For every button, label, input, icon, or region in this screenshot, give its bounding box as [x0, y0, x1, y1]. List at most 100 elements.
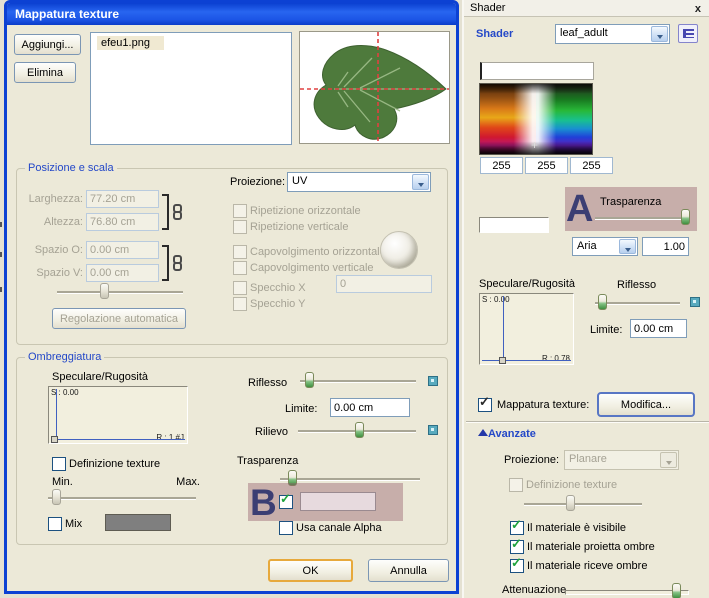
close-icon[interactable]: x: [695, 1, 701, 17]
texture-definition-slider: [524, 495, 642, 511]
slider-track[interactable]: [57, 291, 183, 294]
height-label: Altezza:: [25, 216, 83, 228]
texture-file-list[interactable]: efeu1.png: [90, 32, 292, 145]
slider-track[interactable]: [595, 302, 680, 305]
projection-value: UV: [292, 175, 307, 187]
check-icon: ✓: [280, 492, 291, 506]
slider-thumb[interactable]: [100, 283, 109, 299]
dropdown-button[interactable]: [619, 239, 636, 254]
check-icon: ✓: [511, 518, 522, 532]
mix-checkbox[interactable]: [48, 517, 62, 531]
spacing-u-field: [86, 241, 159, 259]
list-item[interactable]: efeu1.png: [97, 36, 164, 50]
section-divider: [466, 421, 709, 423]
slider-track[interactable]: [595, 217, 690, 220]
slider-track[interactable]: [48, 497, 196, 500]
texture-mapping-checkbox[interactable]: ✓: [478, 398, 492, 412]
texture-definition-checkbox[interactable]: [52, 457, 66, 471]
height-field: [86, 213, 159, 231]
reflection-label: Riflesso: [617, 279, 656, 291]
texture-definition-label: Definizione texture: [526, 479, 617, 491]
slider-track[interactable]: [280, 478, 420, 481]
chevron-down-icon: [418, 183, 424, 187]
screen: Mappatura texture Aggiungi... Elimina ef…: [0, 0, 709, 598]
shader-panel-title: Shader: [470, 2, 505, 14]
curve-r-value: R : 0.78: [542, 354, 570, 363]
green-value-field[interactable]: [525, 157, 568, 174]
reflection-curve-button[interactable]: [428, 376, 438, 386]
projection-label: Proiezione:: [230, 176, 285, 188]
advanced-section-header[interactable]: Avanzate: [488, 428, 536, 440]
slider-track[interactable]: [300, 380, 416, 383]
dropdown-button[interactable]: [412, 174, 429, 190]
slider-thumb[interactable]: [52, 489, 61, 505]
transparency-color-checkbox[interactable]: ✓: [279, 495, 293, 509]
leaf-image: [300, 32, 450, 144]
curve-r-value: R : 1.#J: [156, 433, 184, 442]
annotation-a-letter: A: [566, 190, 593, 228]
material-receives-shadows-checkbox[interactable]: ✓: [510, 559, 524, 573]
slider-track[interactable]: [565, 590, 689, 595]
projection-dropdown[interactable]: UV: [287, 172, 431, 192]
transparency-color-field[interactable]: [300, 492, 376, 511]
specular-curve-editor[interactable]: S : 0.00 R : 1.#J: [48, 386, 188, 444]
mix-color-swatch[interactable]: [105, 514, 171, 531]
texture-preview: [299, 31, 450, 144]
shader-dropdown[interactable]: leaf_adult: [555, 24, 670, 44]
reflection-label: Riflesso: [248, 377, 287, 389]
transparency-value-field[interactable]: [642, 237, 689, 256]
curve-handle[interactable]: [51, 436, 58, 443]
gradient-strip[interactable]: [480, 62, 594, 80]
material-casts-shadows-checkbox[interactable]: ✓: [510, 540, 524, 554]
reflection-curve-button[interactable]: [690, 297, 700, 307]
link-chain-icon: [172, 204, 181, 220]
material-casts-shadows-label: Il materiale proietta ombre: [527, 541, 655, 553]
material-visible-checkbox[interactable]: ✓: [510, 521, 524, 535]
transparency-label: Trasparenza: [600, 196, 661, 208]
transparency-slider: [595, 209, 690, 225]
texture-mapping-label: Mappatura texture:: [497, 399, 589, 411]
modify-button[interactable]: Modifica...: [597, 392, 695, 417]
transparency-color-swatch[interactable]: [479, 217, 549, 233]
slider-thumb[interactable]: [598, 294, 607, 310]
slider-thumb[interactable]: [355, 422, 364, 438]
red-value-field[interactable]: [480, 157, 523, 174]
delete-texture-button[interactable]: Elimina: [14, 62, 76, 83]
position-scale-group-title: Posizione e scala: [25, 162, 117, 174]
relief-label: Rilievo: [255, 426, 288, 438]
repeat-horizontal-checkbox: [233, 204, 247, 218]
relief-curve-button[interactable]: [428, 425, 438, 435]
color-spectrum-picker[interactable]: +: [479, 83, 593, 155]
limit-field[interactable]: [330, 398, 410, 417]
collapse-triangle-icon[interactable]: [478, 429, 488, 436]
flip-horizontal-checkbox: [233, 245, 247, 259]
medium-dropdown[interactable]: Aria: [572, 237, 638, 256]
transparency-label: Trasparenza: [237, 455, 298, 467]
ok-button[interactable]: OK: [268, 559, 353, 582]
add-texture-button[interactable]: Aggiungi...: [14, 34, 81, 55]
dialog-title: Mappatura texture: [15, 7, 119, 21]
repeat-vertical-checkbox: [233, 220, 247, 234]
mirror-x-label: Specchio X: [250, 282, 306, 294]
curve-handle[interactable]: [499, 357, 506, 364]
repeat-vertical-label: Ripetizione verticale: [250, 221, 348, 233]
repeat-horizontal-label: Ripetizione orizzontale: [250, 205, 361, 217]
dialog-titlebar[interactable]: Mappatura texture: [7, 3, 456, 25]
curve-s-value: S : 0.00: [482, 295, 510, 304]
limit-field[interactable]: [630, 319, 687, 338]
reflection-slider: [595, 294, 680, 310]
blue-value-field[interactable]: [570, 157, 613, 174]
slider-thumb[interactable]: [681, 209, 690, 225]
check-icon: ✓: [511, 537, 522, 551]
slider-thumb[interactable]: [305, 372, 314, 388]
dropdown-button[interactable]: [651, 26, 668, 42]
background-edge-mark: [0, 252, 2, 257]
slider-thumb[interactable]: [672, 583, 681, 598]
shader-list-icon[interactable]: [678, 24, 698, 43]
use-alpha-channel-checkbox[interactable]: [279, 521, 293, 535]
attenuation-slider: [565, 580, 689, 596]
specular-curve-editor[interactable]: S : 0.00 R : 0.78: [479, 293, 574, 365]
texture-mapping-dialog: Mappatura texture Aggiungi... Elimina ef…: [4, 0, 459, 594]
cancel-button[interactable]: Annulla: [368, 559, 449, 582]
material-visible-label: Il materiale è visibile: [527, 522, 626, 534]
